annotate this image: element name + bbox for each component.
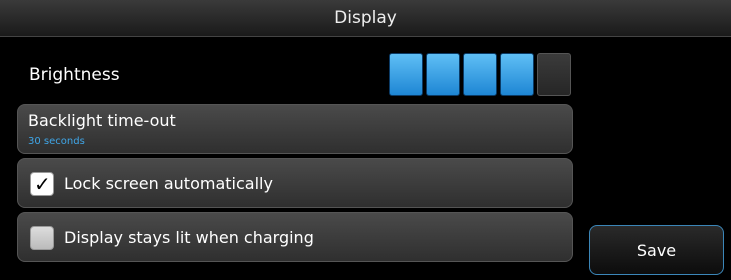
brightness-segment[interactable] — [537, 53, 571, 96]
backlight-timeout-setting[interactable]: Backlight time-out 30 seconds — [17, 104, 573, 154]
lock-screen-checkbox[interactable]: ✓ — [30, 172, 54, 196]
brightness-slider[interactable] — [389, 53, 571, 96]
brightness-label: Brightness — [29, 65, 120, 85]
brightness-segment[interactable] — [389, 53, 423, 96]
checkmark-icon: ✓ — [34, 172, 51, 196]
backlight-title: Backlight time-out — [28, 111, 176, 130]
save-button[interactable]: Save — [589, 225, 724, 275]
brightness-segment[interactable] — [463, 53, 497, 96]
backlight-value: 30 seconds — [28, 136, 85, 147]
display-lit-label: Display stays lit when charging — [64, 228, 314, 247]
page-title: Display — [0, 0, 731, 37]
brightness-segment[interactable] — [500, 53, 534, 96]
brightness-row: Brightness — [17, 51, 573, 99]
display-lit-option[interactable]: Display stays lit when charging — [17, 212, 573, 262]
lock-screen-option[interactable]: ✓ Lock screen automatically — [17, 158, 573, 208]
brightness-segment[interactable] — [426, 53, 460, 96]
display-lit-checkbox[interactable] — [30, 226, 54, 250]
lock-screen-label: Lock screen automatically — [64, 174, 273, 193]
